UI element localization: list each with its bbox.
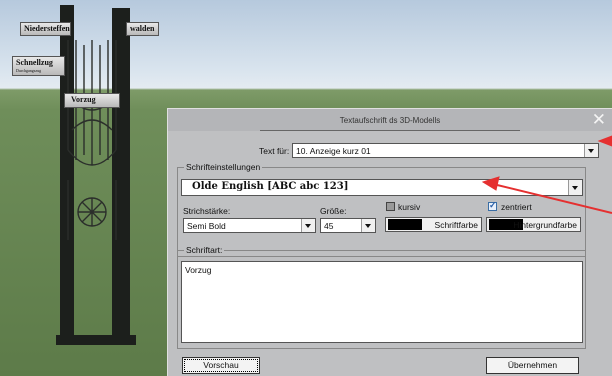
annotation-arrows	[481, 135, 612, 214]
annotation-arrow-line-2	[492, 183, 612, 214]
annotation-arrow-head-2	[481, 176, 500, 191]
annotation-arrow-head-1	[597, 135, 612, 147]
